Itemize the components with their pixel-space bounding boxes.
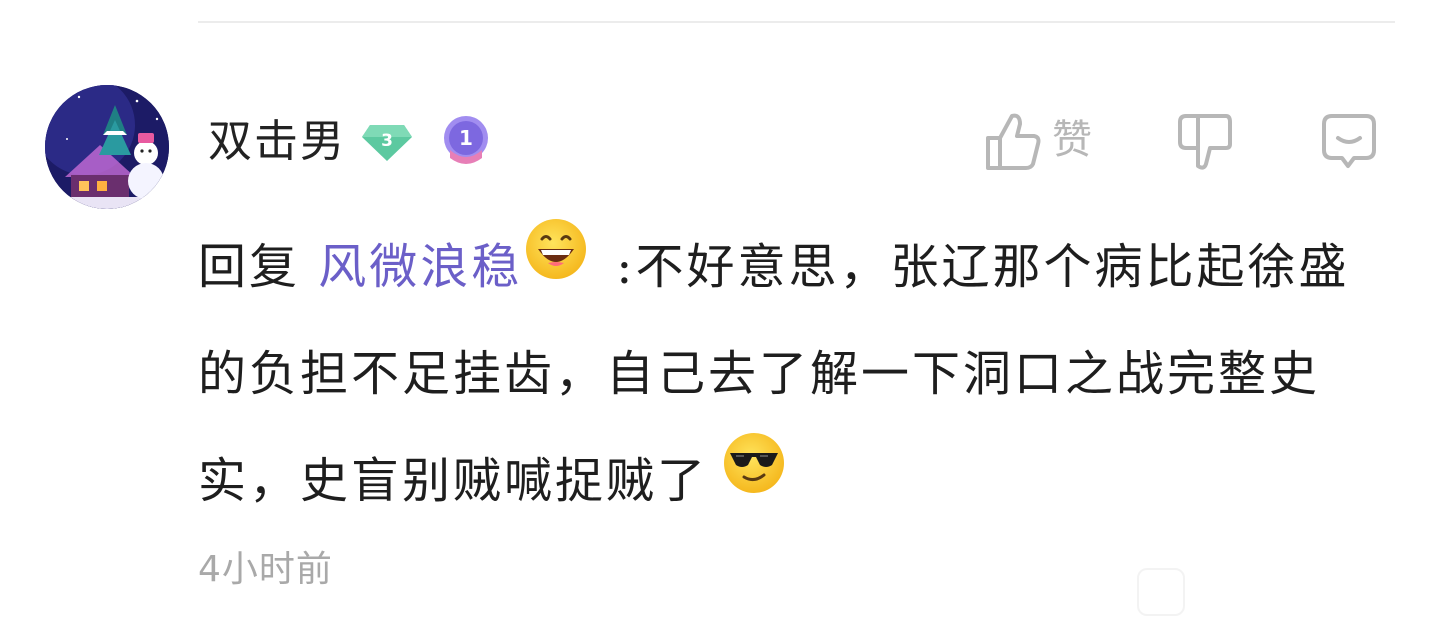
comment-header: 双击男 3 1 (208, 112, 492, 172)
reply-button[interactable] (1318, 105, 1380, 180)
avatar[interactable] (45, 85, 169, 209)
reply-bubble-icon (1318, 110, 1380, 176)
reply-target-username[interactable]: 风微浪稳 (318, 239, 522, 295)
thumbs-down-icon (1176, 110, 1234, 176)
level-badge-number: 3 (381, 131, 393, 151)
medal-badge: 1 (440, 114, 492, 170)
comment-text: 回复 风微浪稳 :不好意思，张辽那个病比起徐盛的负担不足挂齿，自己去了解一下洞口… (198, 214, 1388, 535)
watermark-logo (1137, 568, 1185, 616)
like-label: 赞 (1052, 116, 1092, 163)
sunglasses-emoji-icon (722, 426, 786, 533)
like-button[interactable]: 赞 (984, 105, 1092, 180)
thumbs-up-icon (984, 110, 1042, 176)
level-badge: 3 (360, 119, 414, 165)
grinning-emoji-icon (524, 212, 588, 319)
username[interactable]: 双击男 (208, 112, 346, 172)
dislike-button[interactable] (1176, 105, 1234, 180)
comment-timestamp: 4小时前 (198, 549, 333, 590)
comment-actions: 赞 (980, 105, 1390, 180)
top-divider (198, 21, 1395, 23)
reply-prefix: 回复 (198, 239, 319, 295)
medal-badge-number: 1 (459, 126, 473, 150)
